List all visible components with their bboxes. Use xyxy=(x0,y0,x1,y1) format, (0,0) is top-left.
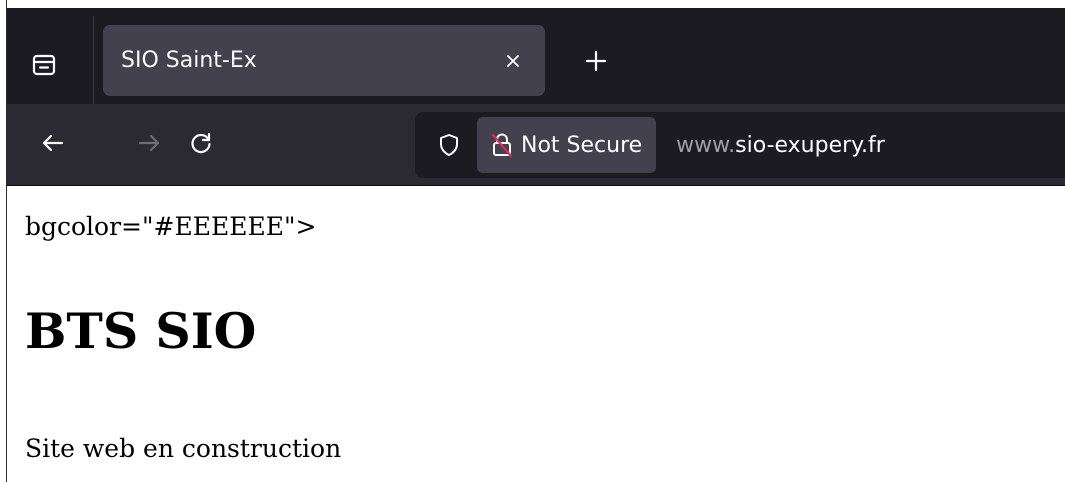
page-heading: BTS SIO xyxy=(25,302,257,360)
stray-markup-text: bgcolor="#EEEEEE"> xyxy=(25,212,317,241)
browser-window: SIO Saint-Ex Not Secure www.sio-exupery.… xyxy=(0,0,1065,482)
forward-button[interactable] xyxy=(127,121,171,165)
plus-icon xyxy=(585,50,607,72)
tracking-protection-button[interactable] xyxy=(425,121,473,169)
window-edge xyxy=(0,0,7,482)
title-bar xyxy=(7,0,1065,8)
url-text[interactable]: www.sio-exupery.fr xyxy=(676,133,885,158)
arrow-left-icon xyxy=(42,134,64,152)
tab-divider xyxy=(93,16,94,104)
navigation-toolbar: Not Secure www.sio-exupery.fr xyxy=(7,104,1065,186)
reload-button[interactable] xyxy=(179,121,223,165)
list-all-tabs-button[interactable] xyxy=(19,40,69,90)
tab-close-button[interactable] xyxy=(493,41,533,81)
tab-list-icon xyxy=(32,54,56,76)
not-secure-label: Not Secure xyxy=(521,132,643,158)
address-bar[interactable]: Not Secure www.sio-exupery.fr xyxy=(415,112,1065,178)
tab-strip: SIO Saint-Ex xyxy=(7,0,1065,104)
page-paragraph: Site web en construction xyxy=(25,434,342,463)
url-prefix: www. xyxy=(676,132,736,158)
arrow-right-icon xyxy=(138,134,160,152)
new-tab-button[interactable] xyxy=(573,38,619,84)
page-content: bgcolor="#EEEEEE"> BTS SIO Site web en c… xyxy=(7,186,1065,482)
close-icon xyxy=(507,54,519,67)
shield-icon xyxy=(440,134,458,156)
insecure-lock-icon xyxy=(487,130,517,160)
reload-icon xyxy=(191,132,211,154)
back-button[interactable] xyxy=(31,121,75,165)
tab-active[interactable]: SIO Saint-Ex xyxy=(103,25,545,96)
tab-title: SIO Saint-Ex xyxy=(121,48,257,73)
site-identity-button[interactable]: Not Secure xyxy=(477,117,657,173)
url-domain: sio-exupery.fr xyxy=(735,132,885,158)
